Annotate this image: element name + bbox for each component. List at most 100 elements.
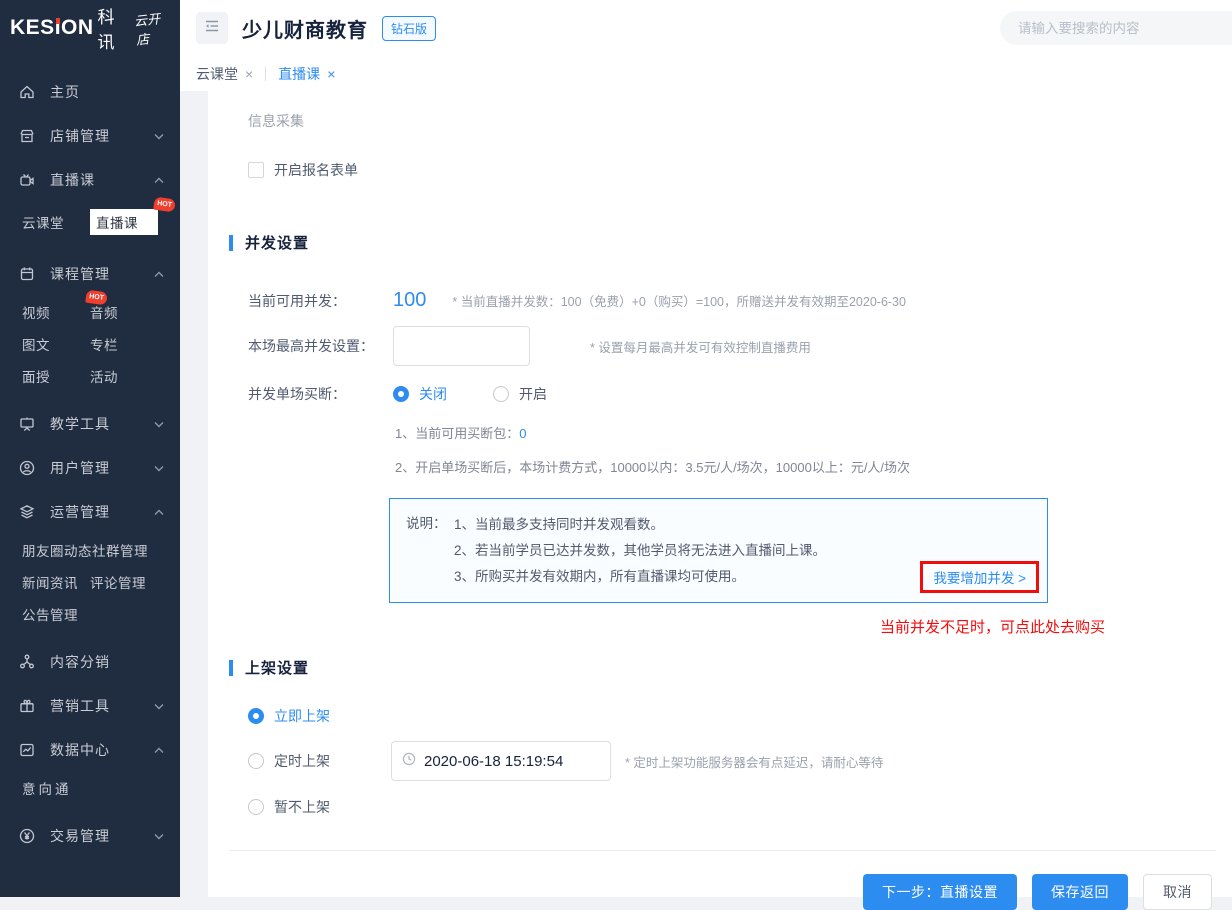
publish-timed-row: 定时上架 2020-06-18 15:19:54 * 定时上架功能服务器会有点延… (248, 741, 1216, 781)
sidebar-item-operations[interactable]: 运营管理 (0, 490, 180, 534)
subitem-label: 直播课 (96, 216, 138, 231)
tab-cloud-class[interactable]: 云课堂 × (196, 64, 253, 84)
layers-icon (18, 503, 36, 521)
collapse-menu-button[interactable] (196, 12, 228, 44)
sidebar-subitem-article[interactable]: 图文 (22, 334, 90, 354)
sidebar-item-label: 营销工具 (50, 696, 110, 716)
tab-live-course[interactable]: 直播课 × (278, 64, 335, 84)
publish-now-label[interactable]: 立即上架 (274, 706, 330, 726)
increase-concurrency-highlight-box[interactable]: 我要增加并发 > (920, 561, 1039, 593)
sidebar-subitem-community[interactable]: 社群管理 (92, 540, 160, 560)
page-title: 少儿财商教育 (242, 14, 368, 43)
sidebar-item-trade-mgmt[interactable]: 交易管理 (0, 814, 180, 858)
sidebar-item-data-center[interactable]: 数据中心 (0, 728, 180, 772)
tab-bar: 云课堂 × 直播课 × (180, 56, 1232, 91)
sidebar-subitem-activity[interactable]: 活动 (90, 366, 158, 386)
chevron-up-icon (154, 177, 164, 184)
signup-form-checkbox-row[interactable]: 开启报名表单 (248, 160, 1216, 180)
sidebar-subitem-column[interactable]: 专栏 (90, 334, 158, 354)
section-accent-bar (229, 660, 233, 676)
buy-hint-annotation: 当前并发不足时，可点此处去购买 (880, 616, 1216, 637)
sidebar: KESION 科讯 云开店 主页 店铺管理 直播课 云课堂 直播课 HOT (0, 0, 180, 897)
max-concurrency-row: 本场最高并发设置： * 设置每月最高并发可有效控制直播费用 (248, 326, 1216, 366)
topbar: 少儿财商教育 钻石版 (180, 0, 1232, 56)
buyout-note-1-text: 1、当前可用买断包： (395, 426, 519, 441)
sidebar-subitem-moments[interactable]: 朋友圈动态 (22, 540, 92, 560)
signup-form-checkbox[interactable] (248, 162, 264, 178)
shop-icon (18, 127, 36, 145)
sidebar-item-home[interactable]: 主页 (0, 70, 180, 114)
info-collect-label: 信息采集 (248, 111, 1216, 131)
publish-datetime-value: 2020-06-18 15:19:54 (424, 753, 563, 770)
chevron-down-icon (154, 703, 164, 710)
sidebar-operations-children: 朋友圈动态 社群管理 新闻资讯 评论管理 公告管理 (22, 534, 180, 630)
publish-later-label[interactable]: 暂不上架 (274, 797, 330, 817)
buyout-off-label[interactable]: 关闭 (419, 384, 447, 404)
buyout-label: 并发单场买断： (248, 384, 393, 404)
sidebar-subitem-cloud-class[interactable]: 云课堂 (22, 212, 90, 232)
sidebar-subitem-intention[interactable]: 意向通 (22, 778, 90, 798)
subitem-label: 视频 (22, 306, 50, 321)
sidebar-subitem-comments[interactable]: 评论管理 (90, 572, 158, 592)
max-concurrency-input[interactable] (393, 326, 530, 366)
sidebar-item-user-mgmt[interactable]: 用户管理 (0, 446, 180, 490)
logo-wordmark: KESION (10, 16, 94, 40)
current-concurrency-note: * 当前直播并发数：100（免费）+0（购买）=100，所赠送并发有效期至202… (452, 291, 906, 310)
sidebar-subitem-announcement[interactable]: 公告管理 (22, 604, 90, 624)
publish-datetime-picker[interactable]: 2020-06-18 15:19:54 (391, 741, 611, 781)
version-badge[interactable]: 钻石版 (382, 16, 436, 41)
buyout-on-radio[interactable] (493, 386, 509, 402)
publish-now-row: 立即上架 (248, 706, 1216, 726)
tab-close-icon[interactable]: × (245, 66, 253, 82)
chevron-up-icon (154, 747, 164, 754)
sidebar-item-course-mgmt[interactable]: 课程管理 (0, 252, 180, 296)
main-content: 信息采集 开启报名表单 并发设置 当前可用并发： 100 * 当前直播并发数：1… (180, 91, 1232, 897)
current-concurrency-row: 当前可用并发： 100 * 当前直播并发数：100（免费）+0（购买）=100，… (248, 289, 1216, 312)
logo-script-text: 云开店 (134, 7, 172, 48)
publish-timed-label[interactable]: 定时上架 (274, 751, 330, 771)
sidebar-item-label: 直播课 (50, 170, 95, 190)
sidebar-item-label: 内容分销 (50, 652, 110, 672)
sidebar-subitem-news[interactable]: 新闻资讯 (22, 572, 90, 592)
share-network-icon (18, 653, 36, 671)
buyout-on-label[interactable]: 开启 (519, 384, 547, 404)
sidebar-item-label: 运营管理 (50, 502, 110, 522)
save-return-button[interactable]: 保存返回 (1032, 874, 1128, 910)
publish-now-radio[interactable] (248, 708, 264, 724)
sidebar-item-marketing-tools[interactable]: 营销工具 (0, 684, 180, 728)
app-logo[interactable]: KESION 科讯 云开店 (0, 0, 180, 56)
max-concurrency-label: 本场最高并发设置： (248, 336, 393, 356)
buyout-off-radio[interactable] (393, 386, 409, 402)
gift-icon (18, 697, 36, 715)
notice-line-2: 2、若当前学员已达并发数，其他学员将无法进入直播间上课。 (454, 538, 826, 564)
footer-divider (229, 850, 1216, 851)
sidebar-item-label: 课程管理 (50, 264, 110, 284)
tab-close-icon[interactable]: × (327, 66, 335, 82)
sidebar-subitem-audio[interactable]: 音频 (90, 302, 158, 322)
sidebar-item-shop[interactable]: 店铺管理 (0, 114, 180, 158)
cancel-button[interactable]: 取消 (1143, 874, 1212, 910)
user-icon (18, 459, 36, 477)
yen-circle-icon (18, 827, 36, 845)
sidebar-item-content-distribution[interactable]: 内容分销 (0, 640, 180, 684)
sidebar-item-label: 店铺管理 (50, 126, 110, 146)
search-input[interactable] (1000, 11, 1232, 45)
sidebar-item-live[interactable]: 直播课 (0, 158, 180, 202)
sidebar-subitem-live-course-active[interactable]: 直播课 HOT (90, 209, 158, 235)
sidebar-data-children: 意向通 (22, 772, 180, 804)
section-accent-bar (229, 235, 233, 251)
publish-section-title: 上架设置 (229, 657, 1216, 678)
sidebar-subitem-video[interactable]: 视频 HOT (22, 302, 90, 322)
next-step-button[interactable]: 下一步：直播设置 (863, 874, 1017, 910)
publish-timed-radio[interactable] (248, 753, 264, 769)
sidebar-item-label: 交易管理 (50, 826, 110, 846)
sidebar-item-label: 用户管理 (50, 458, 110, 478)
buyout-note-1-value: 0 (519, 426, 526, 441)
sidebar-subitem-offline[interactable]: 面授 (22, 366, 90, 386)
chevron-down-icon (154, 133, 164, 140)
form-panel: 信息采集 开启报名表单 并发设置 当前可用并发： 100 * 当前直播并发数：1… (208, 91, 1232, 897)
increase-concurrency-link[interactable]: 我要增加并发 > (933, 571, 1026, 586)
publish-later-radio[interactable] (248, 799, 264, 815)
sidebar-item-teaching-tools[interactable]: 教学工具 (0, 402, 180, 446)
chevron-up-icon (154, 509, 164, 516)
